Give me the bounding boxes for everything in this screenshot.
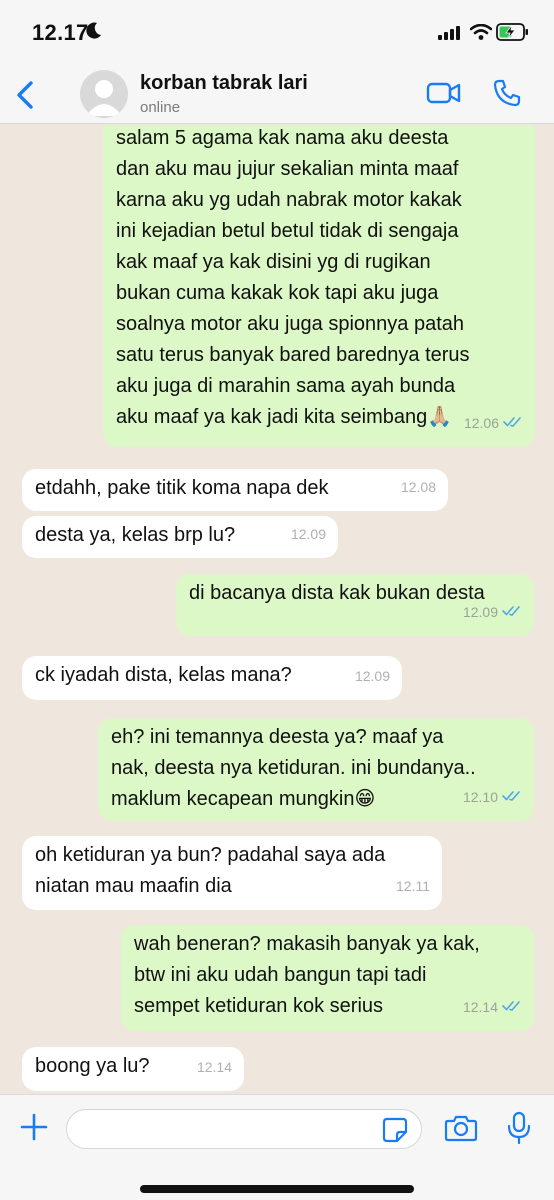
message-time: 12.14 xyxy=(196,1059,232,1075)
message-meta: 12.11 xyxy=(396,871,430,902)
message-outgoing[interactable]: di bacanya dista kak bukan desta 12.09 xyxy=(176,574,534,636)
message-incoming[interactable]: etdahh, pake titik koma napa dek 12.08 xyxy=(22,469,448,511)
cellular-signal-icon xyxy=(438,26,462,45)
message-text: eh? ini temannya deesta ya? maaf ya nak,… xyxy=(111,726,476,810)
read-receipt-icon xyxy=(503,408,523,439)
message-input[interactable] xyxy=(66,1109,422,1149)
battery-charging-icon xyxy=(496,22,530,47)
message-meta: 12.09 xyxy=(463,597,522,628)
message-time: 12.14 xyxy=(462,999,498,1015)
home-indicator xyxy=(140,1185,414,1193)
status-bar: 12.17 xyxy=(0,0,554,66)
message-text: salam 5 agama kak nama aku deesta dan ak… xyxy=(116,127,470,428)
camera-icon[interactable] xyxy=(444,1113,478,1148)
contact-avatar[interactable] xyxy=(80,70,128,118)
message-meta: 12.09 xyxy=(291,519,326,550)
message-text: etdahh, pake titik koma napa dek xyxy=(35,477,329,499)
read-receipt-icon xyxy=(502,597,522,628)
message-input-bar xyxy=(0,1094,554,1200)
moon-icon xyxy=(86,22,102,45)
message-time: 12.08 xyxy=(400,479,436,495)
message-outgoing[interactable]: eh? ini temannya deesta ya? maaf ya nak,… xyxy=(98,718,534,821)
read-receipt-icon xyxy=(502,992,522,1023)
contact-status: online xyxy=(140,99,181,116)
message-text: ck iyadah dista, kelas mana? xyxy=(35,664,292,686)
message-meta: 12.08 xyxy=(401,472,436,503)
message-time: 12.11 xyxy=(396,878,430,894)
message-meta: 12.06 xyxy=(464,408,523,439)
sticker-icon[interactable] xyxy=(382,1117,408,1148)
message-time: 12.06 xyxy=(463,415,499,431)
chat-area[interactable]: salam 5 agama kak nama aku deesta dan ak… xyxy=(0,125,554,1093)
message-text: desta ya, kelas brp lu? xyxy=(35,524,236,546)
video-call-icon[interactable] xyxy=(426,80,462,111)
message-time: 12.09 xyxy=(462,604,498,620)
message-incoming[interactable]: ck iyadah dista, kelas mana? 12.09 xyxy=(22,656,402,700)
message-incoming[interactable]: oh ketiduran ya bun? padahal saya ada ni… xyxy=(22,836,442,910)
message-incoming[interactable]: boong ya lu? 12.14 xyxy=(22,1047,244,1091)
message-time: 12.10 xyxy=(462,789,498,805)
message-meta: 12.14 xyxy=(463,992,522,1023)
chat-header: korban tabrak lari online xyxy=(0,66,554,124)
message-text: oh ketiduran ya bun? padahal saya ada ni… xyxy=(35,844,386,897)
message-outgoing[interactable]: wah beneran? makasih banyak ya kak, btw … xyxy=(121,925,534,1031)
contact-name[interactable]: korban tabrak lari xyxy=(140,72,308,95)
message-time: 12.09 xyxy=(354,668,390,684)
message-meta: 12.10 xyxy=(463,782,522,813)
read-receipt-icon xyxy=(502,782,522,813)
phone-call-icon[interactable] xyxy=(492,78,522,113)
plus-icon[interactable] xyxy=(20,1113,48,1146)
status-time: 12.17 xyxy=(32,20,89,45)
message-outgoing[interactable]: salam 5 agama kak nama aku deesta dan ak… xyxy=(103,125,535,447)
message-incoming[interactable]: desta ya, kelas brp lu? 12.09 xyxy=(22,516,338,558)
message-meta: 12.14 xyxy=(197,1052,232,1083)
message-meta: 12.09 xyxy=(355,661,390,692)
wifi-icon xyxy=(469,23,493,45)
back-chevron-icon[interactable] xyxy=(14,80,36,115)
message-time: 12.09 xyxy=(290,526,326,542)
microphone-icon[interactable] xyxy=(506,1111,532,1150)
